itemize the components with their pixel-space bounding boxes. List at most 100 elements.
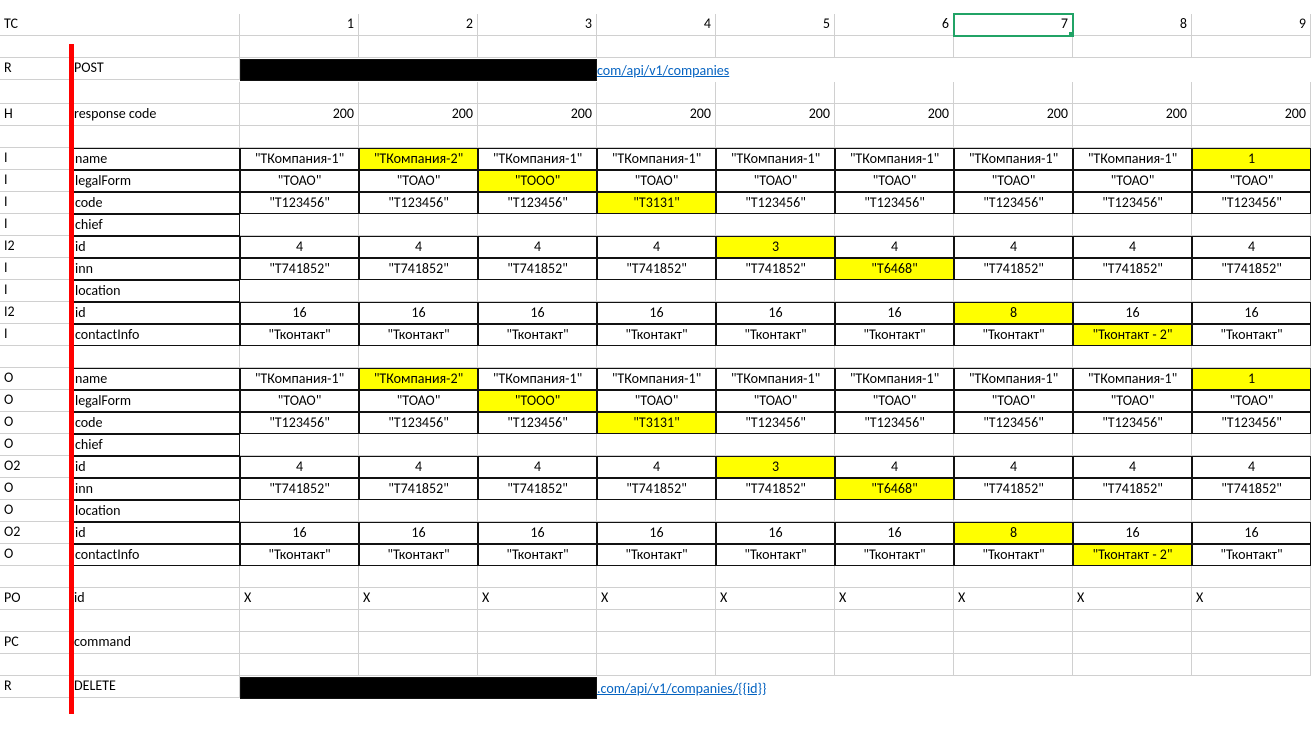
cell-out-location-4[interactable] — [597, 500, 716, 522]
cell-out-chief-2[interactable] — [359, 434, 478, 456]
blank[interactable] — [597, 610, 716, 632]
cell-in-name-5[interactable]: "ТКомпания-1" — [716, 148, 835, 170]
http-method[interactable]: POST — [70, 58, 240, 80]
blank[interactable] — [478, 126, 597, 148]
blank[interactable] — [0, 346, 70, 368]
blank[interactable] — [70, 82, 240, 104]
response-code-7[interactable]: 200 — [954, 104, 1073, 126]
blank[interactable] — [0, 610, 70, 632]
cell-in-id-2[interactable]: 16 — [359, 302, 478, 324]
row-tag-in2[interactable]: I — [0, 192, 70, 214]
cell-in-location-6[interactable] — [835, 280, 954, 302]
blank[interactable] — [716, 82, 835, 104]
col-header-5[interactable]: 5 — [716, 14, 835, 36]
blank[interactable] — [597, 632, 716, 654]
cell-out-id-2[interactable]: 4 — [359, 456, 478, 478]
cell-out-id-4[interactable]: 16 — [597, 522, 716, 544]
cell-in-id-6[interactable]: 16 — [835, 302, 954, 324]
cell-in-id-4[interactable]: 16 — [597, 302, 716, 324]
cell-out-inn-6[interactable]: "T6468" — [835, 478, 954, 500]
cell-out-legalForm-2[interactable]: "ТОАО" — [359, 390, 478, 412]
cell-out-location-6[interactable] — [835, 500, 954, 522]
blank[interactable] — [954, 610, 1073, 632]
row-tag-out2[interactable]: O — [0, 412, 70, 434]
cell-out-name-3[interactable]: "ТКомпания-1" — [478, 368, 597, 390]
row-tag-out3[interactable]: O — [0, 434, 70, 456]
blank[interactable] — [1073, 82, 1192, 104]
col-header-8[interactable]: 8 — [1073, 14, 1192, 36]
field-code[interactable]: code — [70, 192, 240, 214]
cell-in-code-2[interactable]: "T123456" — [359, 192, 478, 214]
cell-out-contactInfo-6[interactable]: "Тконтакт" — [835, 544, 954, 566]
blank[interactable] — [1192, 654, 1311, 676]
blank[interactable] — [1192, 632, 1311, 654]
cell-in-contactInfo-7[interactable]: "Тконтакт" — [954, 324, 1073, 346]
row-tag-pc[interactable]: PC — [0, 632, 70, 654]
cell-in-contactInfo-2[interactable]: "Тконтакт" — [359, 324, 478, 346]
blank[interactable] — [954, 126, 1073, 148]
col-header-2[interactable]: 2 — [359, 14, 478, 36]
cell-out-inn-3[interactable]: "T741852" — [478, 478, 597, 500]
blank[interactable] — [597, 126, 716, 148]
cell-out-name-8[interactable]: "ТКомпания-1" — [1073, 368, 1192, 390]
blank[interactable] — [0, 126, 70, 148]
cell-out-id-5[interactable]: 16 — [716, 522, 835, 544]
cell-out-legalForm-7[interactable]: "ТОАО" — [954, 390, 1073, 412]
blank[interactable] — [835, 610, 954, 632]
field-id[interactable]: id — [70, 302, 240, 324]
cell-in-legalForm-7[interactable]: "ТОАО" — [954, 170, 1073, 192]
cell-in-code-6[interactable]: "T123456" — [835, 192, 954, 214]
cell-in-chief-7[interactable] — [954, 214, 1073, 236]
blank[interactable] — [1192, 566, 1311, 588]
blank[interactable] — [716, 126, 835, 148]
blank[interactable] — [1073, 346, 1192, 368]
cell-out-legalForm-9[interactable]: "ТОАО" — [1192, 390, 1311, 412]
response-code-6[interactable]: 200 — [835, 104, 954, 126]
cell-in-id-3[interactable]: 16 — [478, 302, 597, 324]
row-tag-out0[interactable]: O — [0, 368, 70, 390]
cell-out-id-3[interactable]: 16 — [478, 522, 597, 544]
blank[interactable] — [70, 346, 240, 368]
response-code-4[interactable]: 200 — [597, 104, 716, 126]
cell-in-inn-6[interactable]: "T6468" — [835, 258, 954, 280]
field-command[interactable]: command — [70, 632, 240, 654]
cell-in-chief-5[interactable] — [716, 214, 835, 236]
blank[interactable] — [716, 654, 835, 676]
blank[interactable] — [716, 346, 835, 368]
cell-in-id-6[interactable]: 4 — [835, 236, 954, 258]
blank[interactable] — [0, 654, 70, 676]
cell-in-name-6[interactable]: "ТКомпания-1" — [835, 148, 954, 170]
row-tag-out4[interactable]: O2 — [0, 456, 70, 478]
field-chief[interactable]: chief — [70, 434, 240, 456]
response-code-8[interactable]: 200 — [1073, 104, 1192, 126]
row-tag-out1[interactable]: O — [0, 390, 70, 412]
cell-in-id-1[interactable]: 4 — [240, 236, 359, 258]
cell-out-chief-4[interactable] — [597, 434, 716, 456]
blank[interactable] — [954, 82, 1073, 104]
cell-out-id-3[interactable]: 4 — [478, 456, 597, 478]
blank[interactable] — [359, 36, 478, 58]
cell-out-name-1[interactable]: "ТКомпания-1" — [240, 368, 359, 390]
blank[interactable] — [240, 36, 359, 58]
cell-in-inn-1[interactable]: "T741852" — [240, 258, 359, 280]
blank[interactable] — [240, 610, 359, 632]
cell-in-inn-2[interactable]: "T741852" — [359, 258, 478, 280]
po-7[interactable]: X — [954, 588, 1073, 610]
cell-in-name-8[interactable]: "ТКомпания-1" — [1073, 148, 1192, 170]
blank[interactable] — [1192, 346, 1311, 368]
po-3[interactable]: X — [478, 588, 597, 610]
cell-in-inn-7[interactable]: "T741852" — [954, 258, 1073, 280]
blank[interactable] — [954, 346, 1073, 368]
cell-in-contactInfo-1[interactable]: "Тконтакт" — [240, 324, 359, 346]
blank[interactable] — [240, 654, 359, 676]
field-legalForm[interactable]: legalForm — [70, 390, 240, 412]
cell-out-contactInfo-4[interactable]: "Тконтакт" — [597, 544, 716, 566]
cell-in-location-9[interactable] — [1192, 280, 1311, 302]
cell-in-chief-9[interactable] — [1192, 214, 1311, 236]
blank[interactable] — [597, 346, 716, 368]
request-url[interactable]: com/api/v1/companies — [240, 58, 729, 82]
blank[interactable] — [359, 654, 478, 676]
http-method-delete[interactable]: DELETE — [70, 676, 240, 698]
blank[interactable] — [835, 654, 954, 676]
blank[interactable] — [597, 566, 716, 588]
